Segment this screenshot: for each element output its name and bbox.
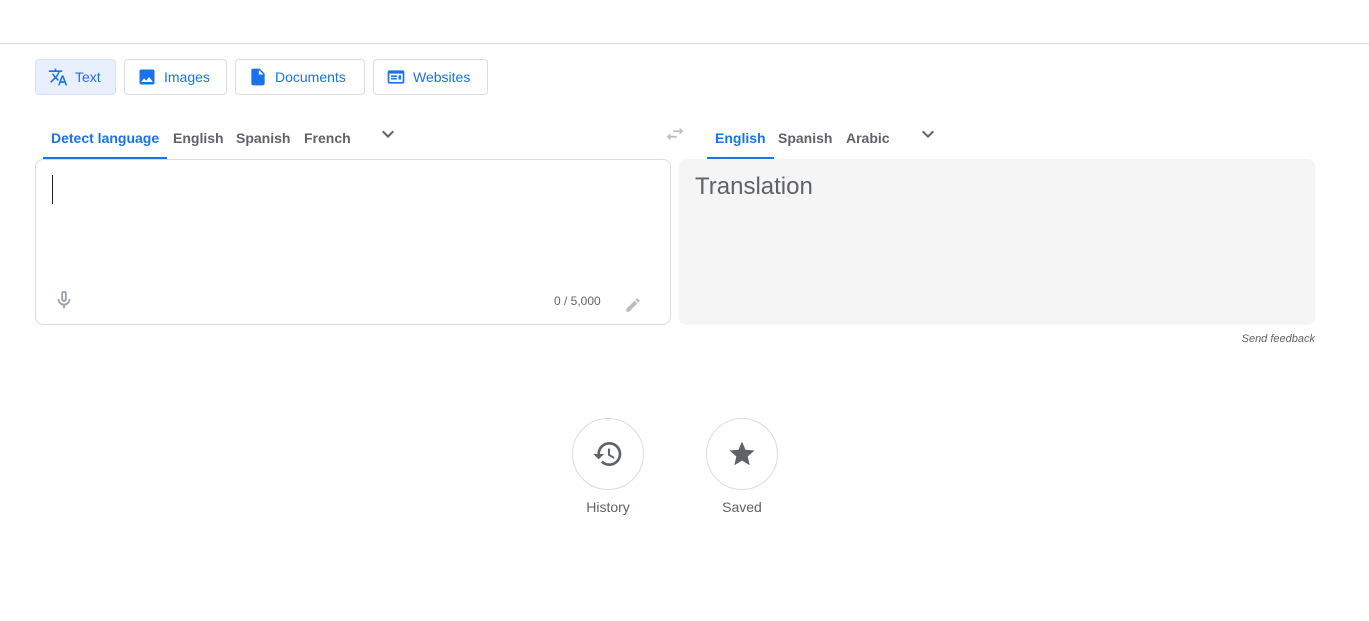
- source-tab-spanish[interactable]: Spanish: [228, 116, 298, 159]
- source-tab-label: Detect language: [51, 129, 160, 146]
- mode-images-label: Images: [164, 69, 210, 85]
- handwriting-button[interactable]: [622, 294, 644, 316]
- source-text-input[interactable]: [52, 174, 612, 264]
- target-tab-label: Spanish: [778, 129, 833, 146]
- source-tab-detect-language[interactable]: Detect language: [43, 116, 168, 159]
- translate-icon: [48, 67, 68, 87]
- image-icon: [137, 67, 157, 87]
- mode-documents-button[interactable]: Documents: [235, 59, 365, 95]
- source-tab-label: English: [173, 129, 224, 146]
- pencil-icon: [626, 298, 640, 312]
- saved-label: Saved: [722, 499, 762, 515]
- chevron-down-icon: [382, 130, 394, 138]
- website-icon: [386, 67, 406, 87]
- mode-websites-label: Websites: [413, 69, 471, 85]
- source-tab-english[interactable]: English: [165, 116, 232, 159]
- history-button[interactable]: [572, 418, 644, 490]
- source-tab-label: Spanish: [236, 129, 291, 146]
- text-caret: [52, 175, 53, 204]
- history-icon: [593, 442, 622, 466]
- swap-icon: [666, 127, 684, 141]
- target-language-more-button[interactable]: [916, 122, 940, 146]
- target-tab-english[interactable]: English: [707, 116, 774, 159]
- send-feedback-link[interactable]: Send feedback: [1242, 333, 1315, 345]
- character-count: 0 / 5,000: [554, 294, 601, 308]
- history-label: History: [586, 499, 630, 515]
- translation-panel: Translation: [679, 159, 1315, 325]
- source-language-more-button[interactable]: [376, 122, 400, 146]
- mode-images-button[interactable]: Images: [124, 59, 227, 95]
- saved-button[interactable]: [706, 418, 778, 490]
- mode-text-label: Text: [75, 69, 101, 85]
- target-tab-label: Arabic: [846, 129, 890, 146]
- header-divider: [0, 43, 1369, 44]
- star-icon: [729, 441, 755, 466]
- mode-documents-label: Documents: [275, 69, 346, 85]
- translation-placeholder: Translation: [695, 173, 813, 200]
- target-tab-arabic[interactable]: Arabic: [838, 116, 898, 159]
- source-tab-label: French: [304, 129, 351, 146]
- target-tab-label: English: [715, 129, 766, 146]
- microphone-icon: [57, 290, 71, 309]
- document-icon: [248, 67, 268, 87]
- mode-websites-button[interactable]: Websites: [373, 59, 488, 95]
- mode-text-button[interactable]: Text: [35, 59, 116, 95]
- target-tab-spanish[interactable]: Spanish: [770, 116, 840, 159]
- voice-input-button[interactable]: [52, 288, 76, 312]
- source-tab-french[interactable]: French: [296, 116, 359, 159]
- swap-languages-button[interactable]: [663, 122, 687, 146]
- translate-page: Text Images Documents Websites Detect la…: [0, 0, 1369, 621]
- source-text-panel: 0 / 5,000: [35, 159, 671, 325]
- chevron-down-icon: [922, 130, 934, 138]
